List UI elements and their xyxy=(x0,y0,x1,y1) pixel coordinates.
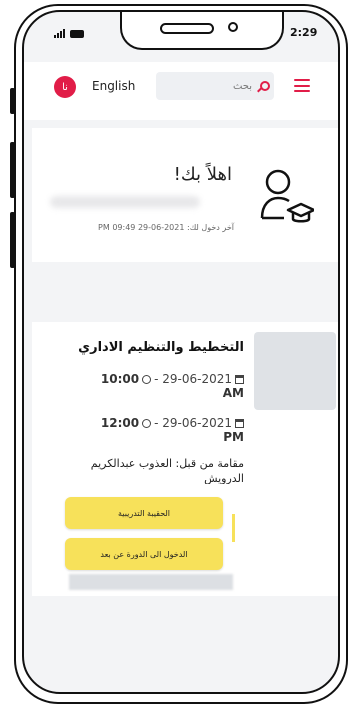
course-card[interactable]: التخطيط والتنظيم الاداري 29-06-2021 -10:… xyxy=(32,322,338,596)
welcome-title: اهلاً بك! xyxy=(173,164,232,185)
avatar[interactable]: نا xyxy=(54,76,76,98)
course-thumbnail xyxy=(254,332,336,410)
blurred-user-name xyxy=(50,196,200,208)
training-bag-button[interactable]: الحقيبة التدريبية xyxy=(65,497,223,529)
phone-notch xyxy=(120,12,284,50)
clock-icon xyxy=(142,375,152,384)
clock-icon xyxy=(142,419,152,428)
phone-screen: 2:29 نا English بحث اهلاً بك! آخر دخول ل… xyxy=(22,10,340,694)
course-start-datetime: 29-06-2021 -10:00 AM xyxy=(100,372,244,400)
search-placeholder: بحث xyxy=(232,80,252,92)
last-login-text: آخر دخول لك: 2021-06-29 09:49 PM xyxy=(98,223,234,232)
calendar-icon xyxy=(235,375,244,384)
search-input[interactable]: بحث xyxy=(156,72,274,100)
course-presenter: مقامة من قبل: العذوب عبدالكريم الدرويش xyxy=(90,457,244,484)
status-indicators xyxy=(54,29,84,38)
welcome-card: اهلاً بك! آخر دخول لك: 2021-06-29 09:49 … xyxy=(32,128,338,262)
battery-icon xyxy=(70,29,84,38)
language-switch[interactable]: English xyxy=(92,79,135,93)
status-time: 2:29 xyxy=(290,26,318,39)
remote-join-button[interactable]: الدخول الى الدورة عن بعد xyxy=(65,538,223,570)
camera-icon xyxy=(228,22,238,32)
student-user-icon xyxy=(260,169,314,223)
hidden-button-bar xyxy=(69,574,233,590)
search-icon xyxy=(257,80,270,92)
course-title[interactable]: التخطيط والتنظيم الاداري xyxy=(78,340,244,355)
speaker-icon xyxy=(160,23,214,34)
calendar-icon xyxy=(235,419,244,428)
app-header: نا English بحث xyxy=(24,62,338,120)
button-edge-decoration xyxy=(232,514,235,542)
hamburger-menu-icon[interactable] xyxy=(294,79,310,92)
course-end-datetime: 29-06-2021 -12:00 PM xyxy=(100,416,244,444)
signal-icon xyxy=(54,29,65,38)
